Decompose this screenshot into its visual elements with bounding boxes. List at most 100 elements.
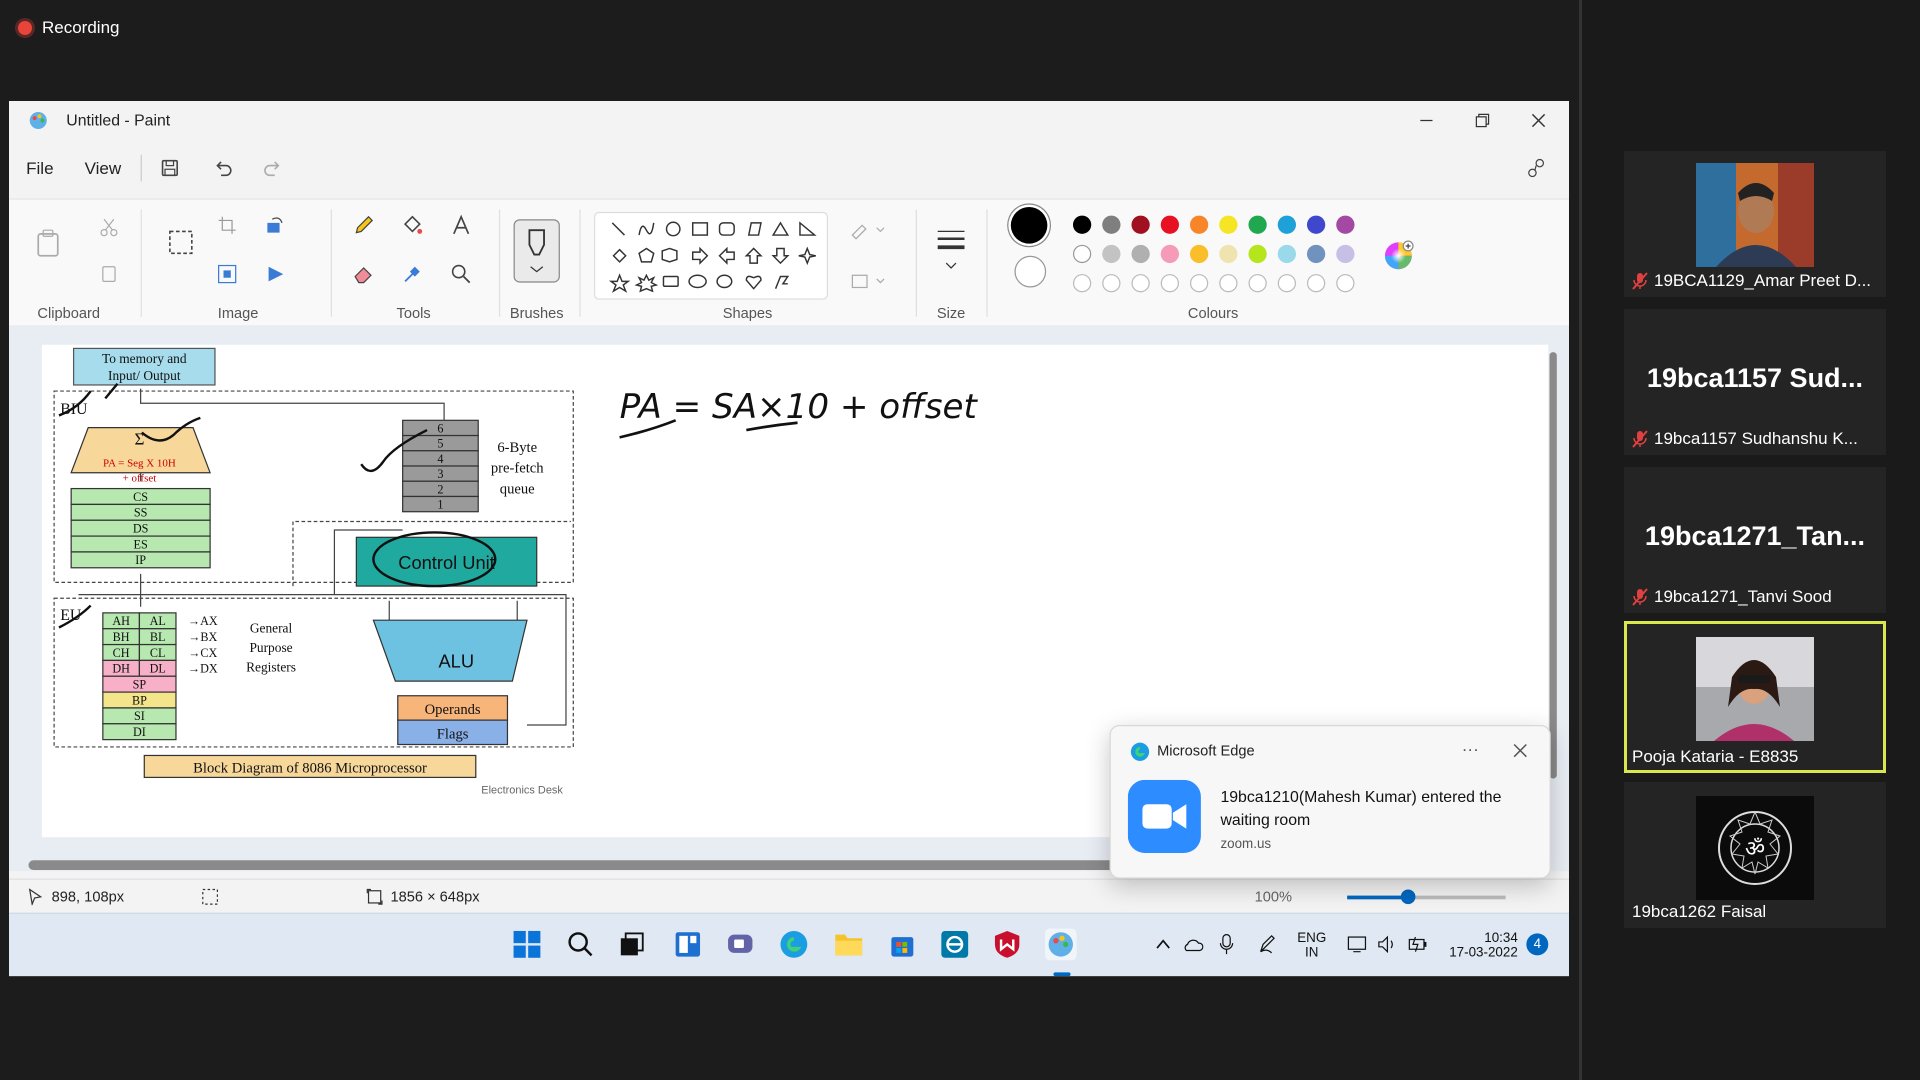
toast-more-icon[interactable]: ··· — [1462, 738, 1479, 758]
eraser-tool[interactable] — [350, 261, 377, 288]
shape-fill-icon — [851, 274, 885, 289]
volume-icon[interactable] — [1376, 935, 1398, 955]
participant-tile[interactable]: 19BCA1129_Amar Preet D... — [1624, 151, 1886, 297]
palette-color-swatch[interactable] — [1336, 215, 1355, 234]
palette-color-swatch[interactable] — [1072, 215, 1092, 234]
size-button[interactable] — [935, 227, 967, 276]
mcafee-button[interactable] — [991, 929, 1023, 961]
palette-color-swatch[interactable] — [1160, 244, 1179, 264]
language-indicator[interactable]: ENG IN — [1297, 914, 1326, 976]
group-label-image: Image — [217, 304, 259, 322]
chevron-up-icon[interactable] — [1155, 937, 1172, 952]
palette-color-swatch[interactable] — [1189, 244, 1209, 264]
palette-color-swatch[interactable] — [1306, 215, 1326, 234]
custom-color-slot[interactable] — [1160, 274, 1179, 293]
outline-dropdown[interactable] — [848, 217, 892, 244]
palette-color-swatch[interactable] — [1248, 244, 1267, 264]
shapes-gallery[interactable] — [594, 211, 828, 300]
close-icon[interactable] — [1513, 743, 1528, 758]
palette-color-swatch[interactable] — [1219, 215, 1238, 234]
taskbar-search-button[interactable] — [565, 929, 597, 961]
task-view-button[interactable] — [616, 929, 648, 961]
palette-color-swatch[interactable] — [1131, 215, 1150, 234]
redo-button[interactable] — [260, 156, 284, 180]
start-button[interactable] — [511, 929, 543, 961]
palette-color-swatch[interactable] — [1189, 215, 1209, 234]
cut-button[interactable] — [96, 214, 123, 241]
custom-color-slot[interactable] — [1189, 274, 1209, 293]
color-picker-tool[interactable] — [399, 261, 426, 288]
network-icon[interactable] — [1347, 935, 1369, 955]
palette-color-swatch[interactable] — [1102, 215, 1121, 234]
custom-color-slot[interactable] — [1277, 274, 1296, 293]
copy-button[interactable] — [96, 261, 123, 288]
magnifier-tool[interactable] — [448, 261, 475, 288]
cursor-position-icon — [28, 888, 43, 906]
resize-button[interactable] — [214, 261, 241, 288]
app-button[interactable] — [939, 929, 971, 961]
paint-taskbar-button[interactable] — [1044, 928, 1077, 961]
custom-color-slot[interactable] — [1102, 274, 1121, 293]
zoom-slider-thumb[interactable] — [1400, 889, 1416, 905]
palette-color-swatch[interactable] — [1072, 244, 1092, 264]
secondary-color[interactable] — [1014, 255, 1047, 288]
gp-label-1: General — [250, 620, 293, 635]
custom-color-slot[interactable] — [1248, 274, 1267, 293]
close-window-button[interactable] — [1511, 101, 1567, 140]
rotate-button[interactable] — [263, 212, 290, 239]
custom-color-slot[interactable] — [1336, 274, 1355, 293]
palette-color-swatch[interactable] — [1160, 215, 1179, 234]
edge-notification-toast[interactable]: Microsoft Edge ··· 19bca1210(Mahesh Kuma… — [1109, 725, 1551, 879]
share-button[interactable] — [1524, 156, 1548, 180]
undo-button[interactable] — [211, 156, 235, 180]
palette-color-swatch[interactable] — [1131, 244, 1150, 264]
widgets-button[interactable] — [672, 929, 704, 961]
recording-indicator: Recording — [18, 18, 120, 38]
vertical-scrollbar[interactable] — [1549, 352, 1557, 779]
palette-color-swatch[interactable] — [1277, 215, 1296, 234]
palette-color-swatch[interactable] — [1102, 244, 1121, 264]
text-tool[interactable] — [448, 212, 475, 239]
save-button[interactable] — [158, 156, 182, 180]
microphone-icon[interactable] — [1218, 933, 1235, 955]
paste-button[interactable] — [33, 227, 62, 261]
crop-button[interactable] — [214, 212, 241, 239]
participant-tile[interactable]: ॐ 19bca1262 Faisal — [1624, 782, 1886, 928]
palette-color-swatch[interactable] — [1248, 215, 1267, 234]
custom-color-slot[interactable] — [1219, 274, 1238, 293]
pencil-tool[interactable] — [350, 212, 377, 239]
pencil-icon — [355, 215, 374, 234]
participant-tile[interactable]: 19bca1157 Sud... 19bca1157 Sudhanshu K..… — [1624, 309, 1886, 455]
custom-color-slot[interactable] — [1072, 274, 1092, 293]
palette-color-swatch[interactable] — [1277, 244, 1296, 264]
horizontal-scrollbar[interactable] — [28, 860, 1121, 871]
file-explorer-button[interactable] — [833, 929, 865, 961]
palette-color-swatch[interactable] — [1219, 244, 1238, 264]
fill-tool[interactable] — [399, 212, 426, 239]
notification-badge[interactable]: 4 — [1526, 933, 1549, 956]
teams-chat-button[interactable] — [724, 929, 756, 961]
participant-tile[interactable]: 19bca1271_Tan... 19bca1271_Tanvi Sood — [1624, 467, 1886, 613]
palette-color-swatch[interactable] — [1306, 244, 1326, 264]
custom-color-slot[interactable] — [1306, 274, 1326, 293]
flip-button[interactable] — [263, 261, 290, 288]
menu-view[interactable]: View — [85, 158, 122, 178]
fill-dropdown[interactable] — [848, 268, 892, 295]
participant-tile-active-speaker[interactable]: Pooja Kataria - E8835 — [1624, 621, 1886, 773]
clock[interactable]: 10:34 17-03-2022 — [1442, 914, 1518, 976]
menu-file[interactable]: File — [26, 158, 53, 178]
pen-icon[interactable] — [1257, 933, 1277, 955]
custom-color-slot[interactable] — [1131, 274, 1150, 293]
brushes-button[interactable] — [513, 219, 560, 283]
minimize-button[interactable] — [1398, 101, 1454, 140]
restore-button[interactable] — [1454, 101, 1510, 140]
store-button[interactable] — [887, 929, 919, 961]
battery-icon[interactable] — [1406, 935, 1428, 955]
edge-button[interactable] — [778, 929, 810, 961]
select-button[interactable] — [165, 227, 197, 259]
primary-color[interactable] — [1010, 207, 1048, 244]
edit-colors-button[interactable] — [1381, 239, 1415, 273]
zoom-slider[interactable] — [1347, 889, 1506, 905]
onedrive-icon[interactable] — [1181, 936, 1204, 953]
palette-color-swatch[interactable] — [1336, 244, 1355, 264]
